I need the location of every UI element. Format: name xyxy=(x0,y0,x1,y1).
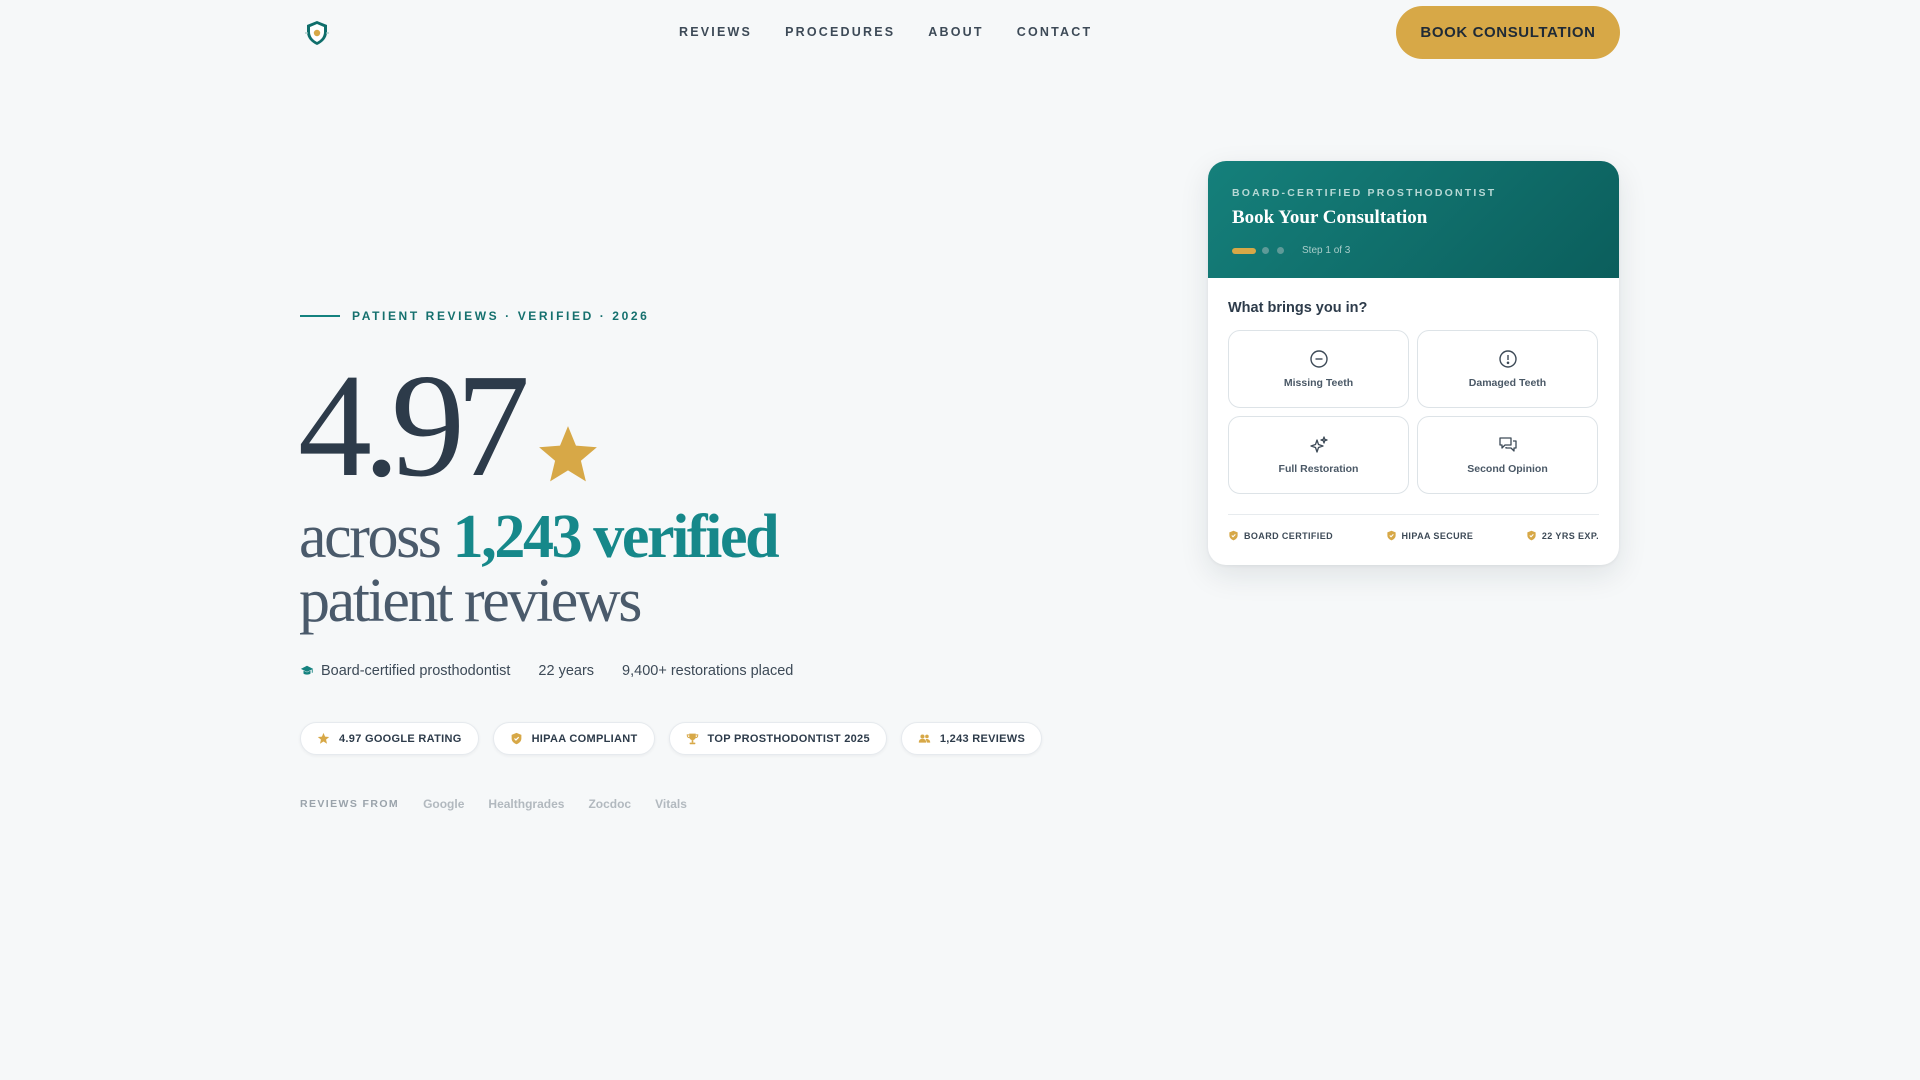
graduation-cap-icon xyxy=(300,665,314,675)
option-damaged-teeth[interactable]: Damaged Teeth xyxy=(1417,330,1598,408)
badge-top-prosthodontist: TOP PROSTHODONTIST 2025 xyxy=(668,722,887,755)
sources-label: REVIEWS FROM xyxy=(300,798,400,810)
credential-years: 22 years xyxy=(538,663,595,679)
booking-card-header: BOARD-CERTIFIED PROSTHODONTIST Book Your… xyxy=(1208,161,1619,278)
nav-link-reviews[interactable]: REVIEWS xyxy=(679,25,752,39)
credential-restorations: 9,400+ restorations placed xyxy=(622,663,794,679)
shield-check-icon xyxy=(1386,530,1396,541)
booking-card: BOARD-CERTIFIED PROSTHODONTIST Book Your… xyxy=(1208,161,1619,565)
option-second-opinion[interactable]: Second Opinion xyxy=(1417,416,1598,494)
shield-check-icon xyxy=(1527,530,1536,541)
hero-headline: across 1,243 verified patient reviews xyxy=(299,503,780,635)
step-dot xyxy=(1262,247,1269,254)
footer-label: HIPAA SECURE xyxy=(1401,530,1474,541)
card-trust-footer: BOARD CERTIFIED HIPAA SECURE 22 YRS EXP. xyxy=(1228,515,1599,541)
badge-label: TOP PROSTHODONTIST 2025 xyxy=(707,732,870,745)
card-title: Book Your Consultation xyxy=(1232,207,1428,228)
step-dot xyxy=(1277,247,1284,254)
option-label: Missing Teeth xyxy=(1283,377,1354,389)
step-indicator: Step 1 of 3 xyxy=(1232,245,1595,256)
footer-hipaa-secure: HIPAA SECURE xyxy=(1386,530,1474,541)
step-text: Step 1 of 3 xyxy=(1302,245,1351,256)
eyebrow-rule xyxy=(300,315,340,317)
minus-circle-icon xyxy=(1309,350,1328,368)
sparkles-icon xyxy=(1309,436,1328,453)
alert-circle-icon xyxy=(1498,350,1517,368)
badge-label: HIPAA COMPLIANT xyxy=(531,732,638,745)
badge-reviews-count: 1,243 REVIEWS xyxy=(900,722,1043,755)
source-zocdoc[interactable]: Zocdoc xyxy=(588,797,631,811)
rating-display: 4.97 xyxy=(298,352,601,500)
credential-certification: Board-certified prosthodontist xyxy=(321,663,511,679)
source-google[interactable]: Google xyxy=(423,797,464,811)
nav-link-procedures[interactable]: PROCEDURES xyxy=(785,25,895,39)
badge-label: 1,243 REVIEWS xyxy=(939,732,1026,745)
headline-accent: 1,243 verified xyxy=(452,503,780,571)
page: REVIEWS PROCEDURES ABOUT CONTACT BOOK CO… xyxy=(0,0,1920,1080)
badge-label: 4.97 GOOGLE RATING xyxy=(339,732,462,745)
headline-pre: across xyxy=(299,503,442,571)
footer-years-experience: 22 YRS EXP. xyxy=(1526,530,1599,541)
chat-bubbles-icon xyxy=(1498,437,1517,452)
reason-options: Missing Teeth Damaged Teeth Full Restora… xyxy=(1228,330,1599,494)
users-icon xyxy=(918,734,931,743)
nav-link-about[interactable]: ABOUT xyxy=(928,25,983,39)
footer-board-certified: BOARD CERTIFIED xyxy=(1228,530,1333,541)
footer-label: BOARD CERTIFIED xyxy=(1244,530,1333,541)
book-consultation-button[interactable]: BOOK CONSULTATION xyxy=(1396,6,1620,59)
trust-badges: 4.97 GOOGLE RATING HIPAA COMPLIANT TOP P… xyxy=(300,722,1043,755)
shield-icon xyxy=(511,732,521,745)
booking-card-body: What brings you in? Missing Teeth Damage… xyxy=(1208,278,1619,541)
option-label: Second Opinion xyxy=(1467,463,1548,475)
nav-link-contact[interactable]: CONTACT xyxy=(1017,25,1093,39)
footer-label: 22 YRS EXP. xyxy=(1541,530,1599,541)
badge-google-rating: 4.97 GOOGLE RATING xyxy=(300,722,479,755)
star-icon xyxy=(317,732,330,744)
hero-eyebrow: PATIENT REVIEWS · VERIFIED · 2026 xyxy=(300,309,649,323)
source-healthgrades[interactable]: Healthgrades xyxy=(488,797,564,811)
headline-post: patient reviews xyxy=(299,567,642,635)
option-full-restoration[interactable]: Full Restoration xyxy=(1228,416,1409,494)
star-icon xyxy=(539,426,597,482)
shield-check-icon xyxy=(1229,530,1238,541)
option-label: Damaged Teeth xyxy=(1468,377,1547,389)
shield-logo-icon[interactable] xyxy=(303,19,331,47)
card-question: What brings you in? xyxy=(1228,300,1368,316)
credentials-row: Board-certified prosthodontist 22 years … xyxy=(300,663,793,679)
review-sources: REVIEWS FROM Google Healthgrades Zocdoc … xyxy=(300,797,687,811)
step-dot-active xyxy=(1232,247,1256,254)
trophy-icon xyxy=(686,733,698,745)
eyebrow-text: PATIENT REVIEWS · VERIFIED · 2026 xyxy=(352,309,650,323)
option-missing-teeth[interactable]: Missing Teeth xyxy=(1228,330,1409,408)
badge-hipaa: HIPAA COMPLIANT xyxy=(492,722,655,755)
card-eyebrow: BOARD-CERTIFIED PROSTHODONTIST xyxy=(1232,187,1497,199)
option-label: Full Restoration xyxy=(1278,463,1359,475)
source-vitals[interactable]: Vitals xyxy=(655,797,687,811)
rating-value: 4.97 xyxy=(298,344,530,508)
main-nav: REVIEWS PROCEDURES ABOUT CONTACT xyxy=(679,25,1092,39)
